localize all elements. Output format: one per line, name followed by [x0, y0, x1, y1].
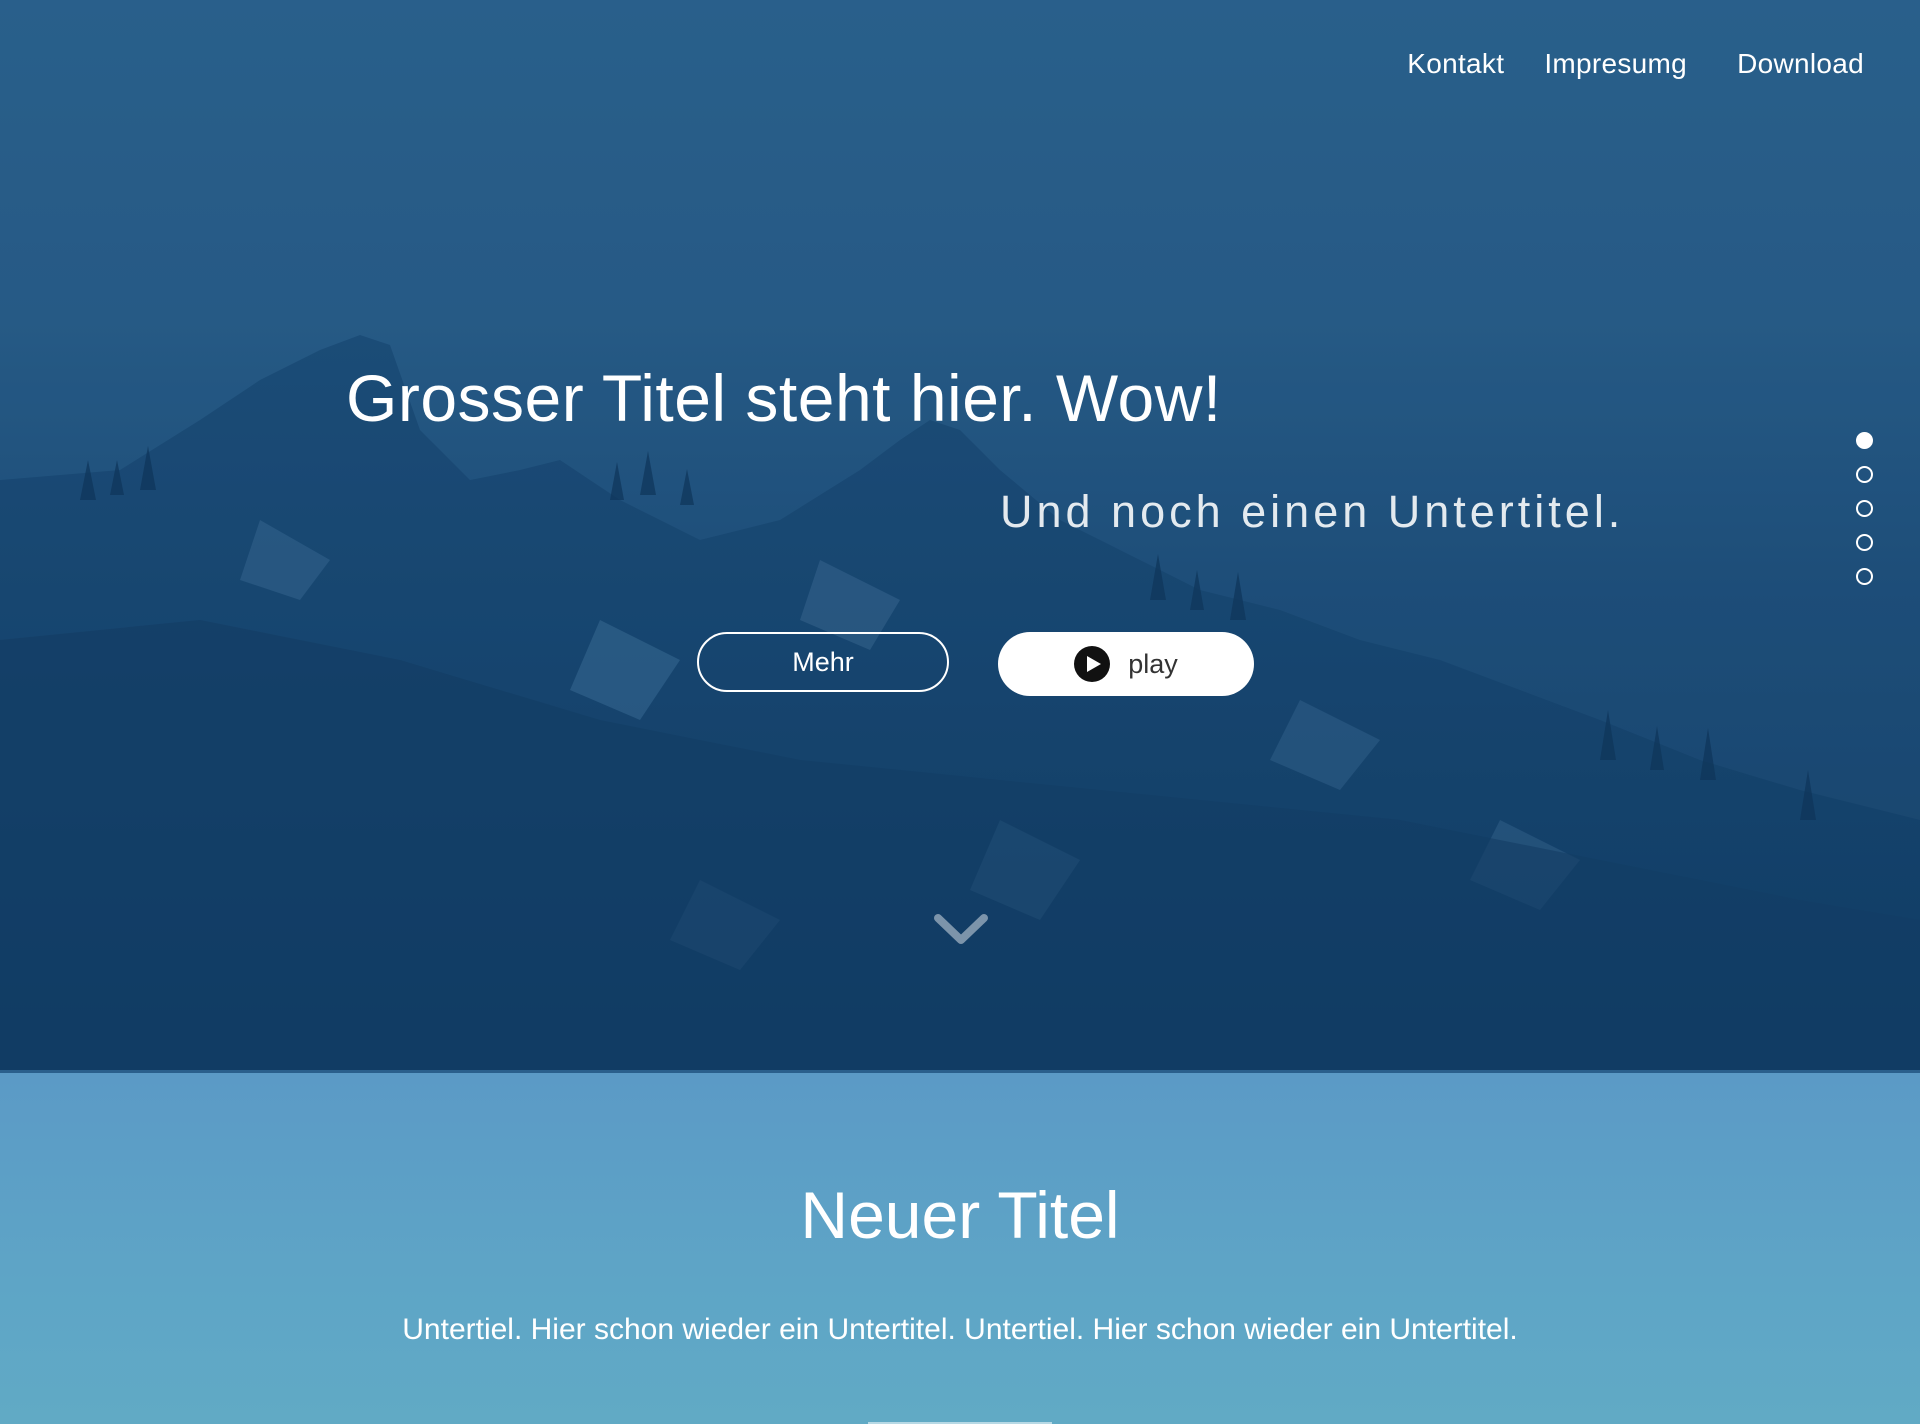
- play-button-label: play: [1128, 648, 1178, 679]
- nav-link-download[interactable]: Download: [1737, 48, 1864, 80]
- more-button[interactable]: Mehr: [697, 632, 949, 692]
- intro-section: Neuer Titel Untertiel. Hier schon wieder…: [0, 1070, 1920, 1424]
- nav-link-impresumg[interactable]: Impresumg: [1544, 48, 1687, 80]
- section-title: Neuer Titel: [800, 1178, 1120, 1252]
- top-navigation: Kontakt Impresumg Download: [1407, 48, 1864, 80]
- hero-title: Grosser Titel steht hier. Wow!: [346, 361, 1222, 435]
- slide-dot-1[interactable]: [1856, 432, 1873, 449]
- chevron-down-icon[interactable]: [934, 912, 988, 946]
- slide-pagination: [1856, 432, 1873, 585]
- hero-color-overlay: [0, 0, 1920, 1070]
- slide-dot-3[interactable]: [1856, 500, 1873, 517]
- hero-subtitle: Und noch einen Untertitel.: [1000, 486, 1625, 537]
- nav-link-kontakt[interactable]: Kontakt: [1407, 48, 1504, 80]
- play-icon: [1074, 646, 1111, 682]
- slide-dot-5[interactable]: [1856, 568, 1873, 585]
- section-subtitle: Untertiel. Hier schon wieder ein Unterti…: [402, 1313, 1518, 1346]
- play-button[interactable]: play: [998, 632, 1254, 696]
- slide-dot-2[interactable]: [1856, 466, 1873, 483]
- slide-dot-4[interactable]: [1856, 534, 1873, 551]
- hero-section: Kontakt Impresumg Download Grosser Titel…: [0, 0, 1920, 1070]
- page: Kontakt Impresumg Download Grosser Titel…: [0, 0, 1920, 1424]
- more-button-label: Mehr: [792, 646, 854, 677]
